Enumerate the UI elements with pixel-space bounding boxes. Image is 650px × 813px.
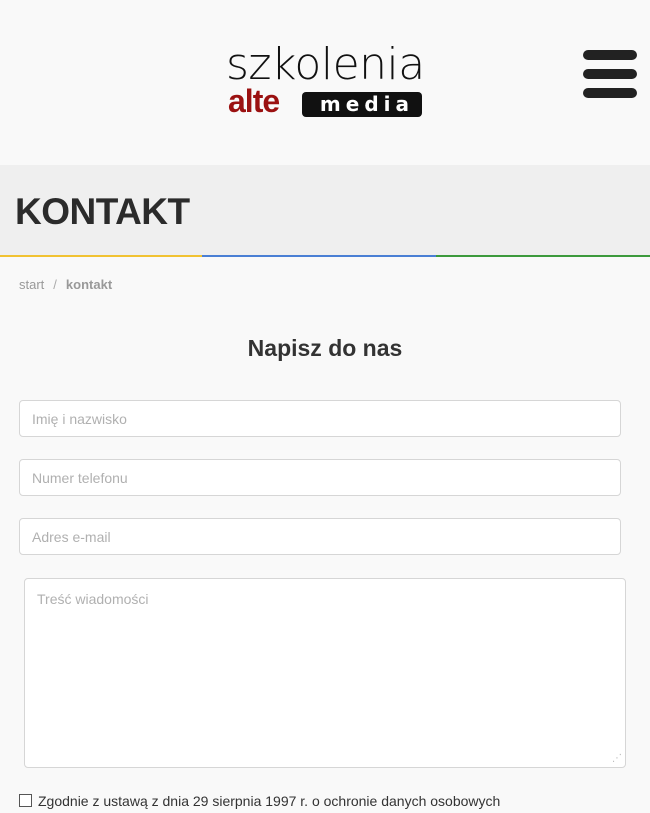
- hamburger-bar: [583, 88, 637, 98]
- logo-text-media: media: [302, 92, 422, 117]
- breadcrumb-home-link[interactable]: start: [19, 277, 44, 292]
- site-header: szkolenia alte media: [0, 0, 650, 165]
- name-input[interactable]: [19, 400, 621, 437]
- consent-row: Zgodnie z ustawą z dnia 29 sierpnia 1997…: [19, 793, 631, 813]
- consent-text: Zgodnie z ustawą z dnia 29 sierpnia 1997…: [38, 793, 501, 809]
- message-textarea[interactable]: [24, 578, 626, 768]
- resize-grip-icon[interactable]: ⋰: [612, 754, 622, 764]
- logo[interactable]: szkolenia alte media: [226, 40, 426, 120]
- breadcrumb-current: kontakt: [65, 277, 113, 292]
- hamburger-bar: [583, 69, 637, 79]
- page-title-band: KONTAKT: [0, 165, 650, 255]
- consent-checkbox[interactable]: [19, 794, 32, 807]
- accent-stripe-green: [436, 255, 650, 257]
- accent-stripe-yellow: [0, 255, 202, 257]
- breadcrumb: start / kontakt: [19, 277, 112, 292]
- accent-stripe-blue: [202, 255, 436, 257]
- page-title: KONTAKT: [15, 191, 190, 232]
- breadcrumb-separator: /: [53, 277, 57, 292]
- logo-text-alte: alte: [228, 83, 280, 119]
- hamburger-menu-icon[interactable]: [583, 50, 637, 98]
- form-title: Napisz do nas: [247, 335, 403, 361]
- email-input[interactable]: [19, 518, 621, 555]
- phone-input[interactable]: [19, 459, 621, 496]
- hamburger-bar: [583, 50, 637, 60]
